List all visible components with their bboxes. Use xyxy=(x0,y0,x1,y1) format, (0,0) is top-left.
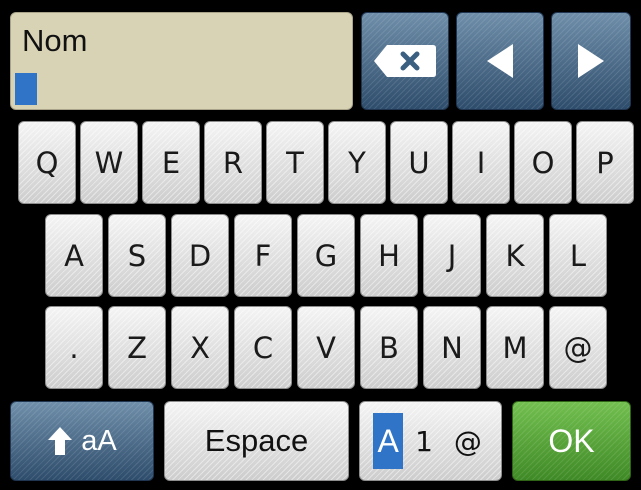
key-c[interactable]: C xyxy=(234,306,292,389)
key-w[interactable]: W xyxy=(80,121,138,204)
mode-active-letter: A xyxy=(373,413,404,469)
ok-label: OK xyxy=(548,422,595,459)
key-s[interactable]: S xyxy=(108,214,166,297)
shift-label: aA xyxy=(81,424,117,457)
key-j[interactable]: J xyxy=(423,214,481,297)
key-n[interactable]: N xyxy=(423,306,481,389)
key-b[interactable]: B xyxy=(360,306,418,389)
key-f[interactable]: F xyxy=(234,214,292,297)
key-period[interactable]: . xyxy=(45,306,103,389)
key-g[interactable]: G xyxy=(297,214,355,297)
input-mode-button[interactable]: A 1 @ xyxy=(359,401,502,481)
key-y[interactable]: Y xyxy=(328,121,386,204)
text-input-field[interactable]: Nom xyxy=(10,12,353,110)
backspace-icon xyxy=(374,45,436,77)
key-m[interactable]: M xyxy=(486,306,544,389)
key-t[interactable]: T xyxy=(266,121,324,204)
key-a[interactable]: A xyxy=(45,214,103,297)
key-e[interactable]: E xyxy=(142,121,200,204)
space-label: Espace xyxy=(204,423,309,458)
key-v[interactable]: V xyxy=(297,306,355,389)
text-cursor xyxy=(15,73,37,105)
cursor-right-button[interactable] xyxy=(551,12,631,110)
key-d[interactable]: D xyxy=(171,214,229,297)
shift-arrow-icon xyxy=(48,427,73,455)
key-h[interactable]: H xyxy=(360,214,418,297)
key-o[interactable]: O xyxy=(514,121,572,204)
key-u[interactable]: U xyxy=(390,121,448,204)
ok-button[interactable]: OK xyxy=(512,401,631,481)
key-q[interactable]: Q xyxy=(18,121,76,204)
key-z[interactable]: Z xyxy=(108,306,166,389)
space-button[interactable]: Espace xyxy=(164,401,349,481)
key-at[interactable]: @ xyxy=(549,306,607,389)
key-r[interactable]: R xyxy=(204,121,262,204)
right-arrow-icon xyxy=(578,44,604,78)
cursor-left-button[interactable] xyxy=(456,12,544,110)
backspace-button[interactable] xyxy=(361,12,449,110)
key-p[interactable]: P xyxy=(576,121,634,204)
key-k[interactable]: K xyxy=(486,214,544,297)
mode-other-options: 1 @ xyxy=(415,424,488,458)
key-i[interactable]: I xyxy=(452,121,510,204)
left-arrow-icon xyxy=(487,44,513,78)
key-x[interactable]: X xyxy=(171,306,229,389)
shift-case-button[interactable]: aA xyxy=(10,401,154,481)
key-l[interactable]: L xyxy=(549,214,607,297)
input-value: Nom xyxy=(22,23,88,58)
